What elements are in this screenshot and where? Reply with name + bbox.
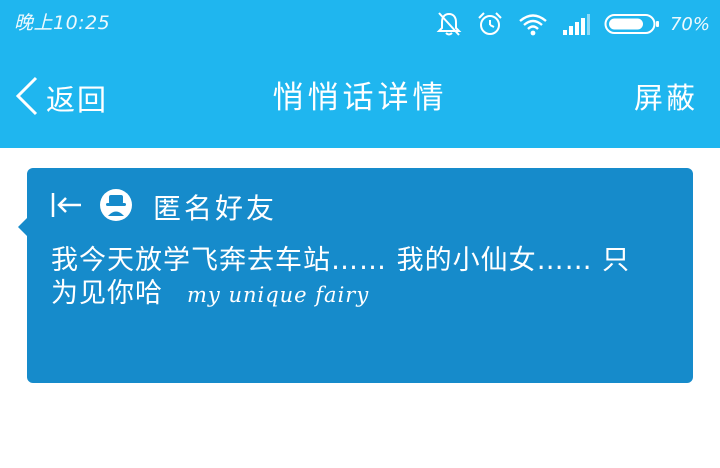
signal-icon [562, 12, 590, 36]
status-bar: 晚上10:25 70% [0, 0, 720, 48]
card-tail [18, 218, 27, 236]
bell-off-icon [436, 10, 462, 38]
title-bar: 返回 悄悄话详情 屏蔽 [0, 48, 720, 148]
alarm-clock-icon [476, 10, 504, 38]
sender-name: 匿名好友 [153, 192, 278, 225]
wifi-icon [518, 11, 548, 37]
reply-icon[interactable] [49, 188, 83, 226]
battery-icon [604, 12, 660, 36]
page-title: 悄悄话详情 [272, 80, 448, 116]
card-header: 匿名好友 [49, 188, 277, 226]
anonymous-avatar-icon [99, 188, 133, 226]
status-time: 晚上10:25 [14, 12, 111, 34]
battery-percent: 70% [669, 13, 710, 35]
message-text: 我今天放学飞奔去车站…… 我的小仙女…… 只为见你哈 my unique fair… [51, 244, 651, 312]
status-icons: 70% [436, 8, 710, 40]
block-button[interactable]: 屏蔽 [634, 74, 698, 122]
message-card: 匿名好友 我今天放学飞奔去车站…… 我的小仙女…… 只为见你哈 my unique… [18, 168, 693, 383]
message-text-en: my unique fairy [187, 283, 370, 307]
